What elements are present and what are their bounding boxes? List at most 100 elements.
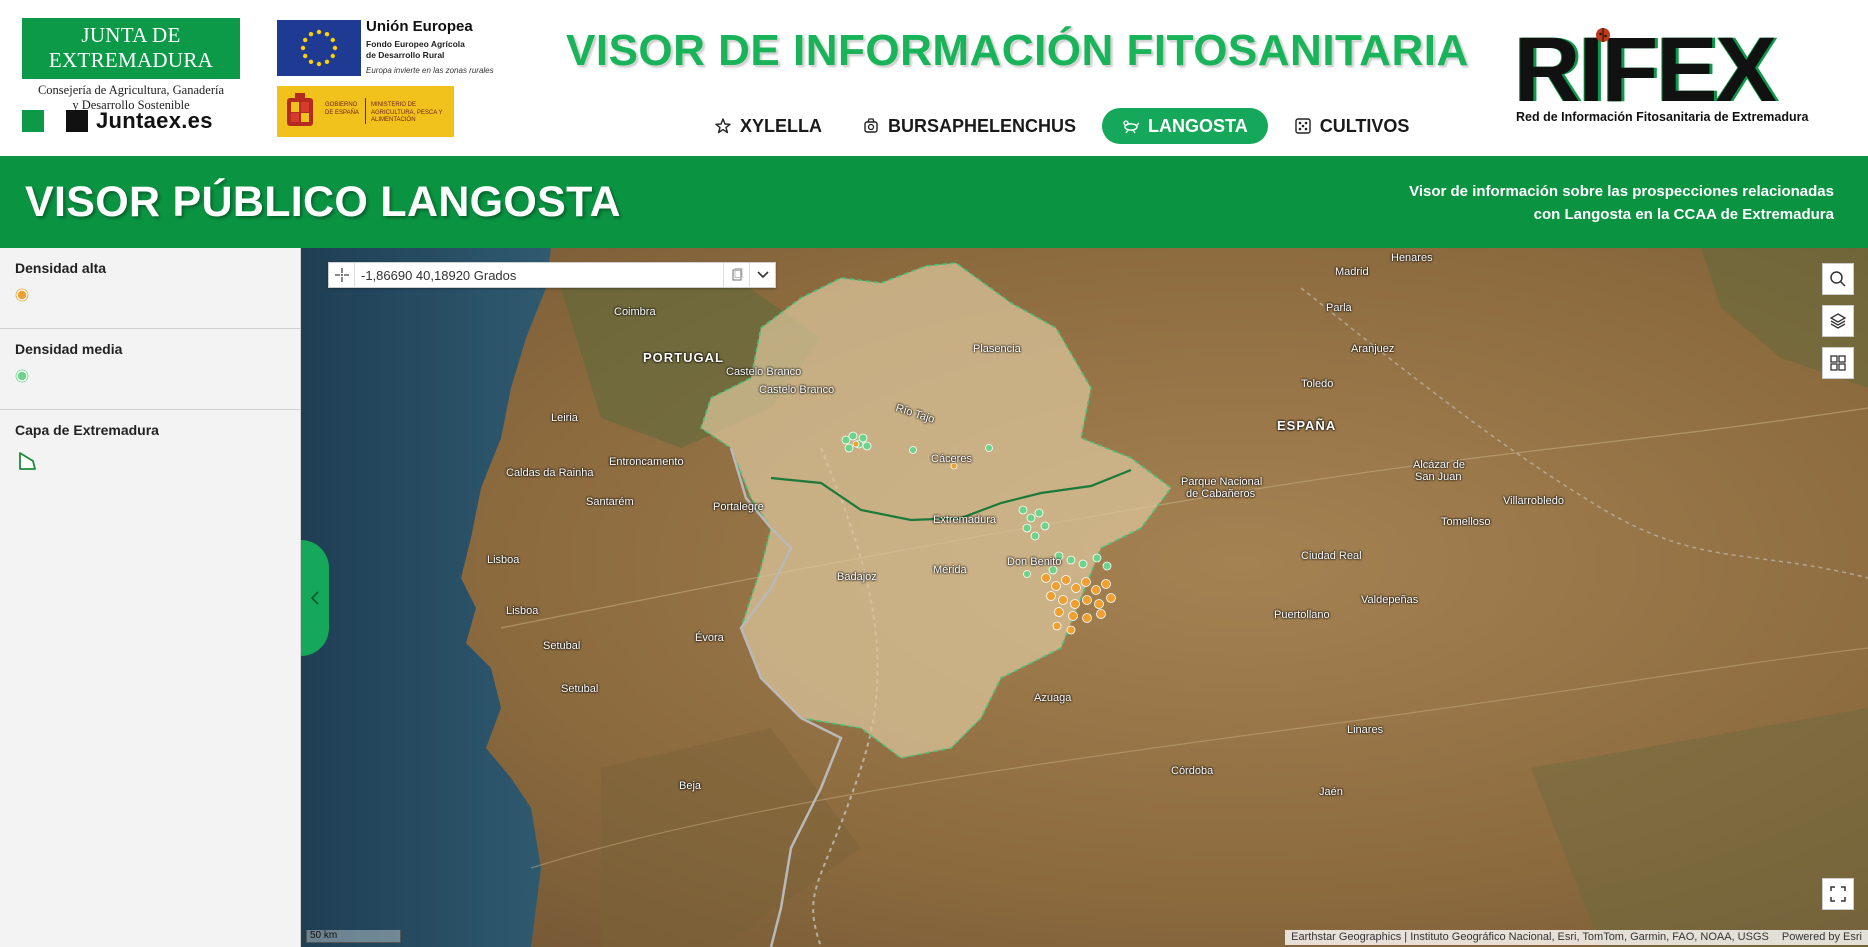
map-label: Lisboa xyxy=(506,605,539,617)
rifex-wordmark: RIFEX xyxy=(1514,19,1777,121)
juntaex-text: Juntaex.es xyxy=(96,108,213,133)
eu-tagline: Europa invierte en las zonas rurales xyxy=(366,66,494,75)
map-label: Beja xyxy=(679,780,702,792)
ministerio-text: MINISTERIO DE AGRICULTURA, PESCA Y ALIME… xyxy=(371,102,443,123)
copy-icon[interactable] xyxy=(723,263,749,287)
map-label: Valdepeñas xyxy=(1361,594,1419,606)
map-label: Madrid xyxy=(1335,266,1369,278)
map-label: Caldas da Rainha xyxy=(506,467,594,479)
map-label: Jaén xyxy=(1319,786,1343,798)
map-label: Villarrobledo xyxy=(1503,495,1564,507)
map-label: PORTUGAL xyxy=(643,350,724,365)
nav-label-langosta: LANGOSTA xyxy=(1148,115,1248,136)
grid-dots-icon xyxy=(1294,117,1312,135)
viewer-title: VISOR PÚBLICO LANGOSTA xyxy=(25,178,621,226)
junta-subtitle-line-1: Consejería de Agricultura, Ganadería xyxy=(37,83,225,97)
layers-button[interactable] xyxy=(1822,305,1854,337)
map-attribution: Earthstar Geographics | Instituto Geográ… xyxy=(1285,930,1868,945)
nav-label-bursaphelenchus: BURSAPHELENCHUS xyxy=(888,115,1077,136)
ladybug-icon xyxy=(1596,28,1610,42)
legend-title: Densidad media xyxy=(15,341,123,357)
tree-icon xyxy=(862,117,880,135)
map-label: Entroncamento xyxy=(609,456,684,468)
basemap-gallery-button[interactable] xyxy=(1822,347,1854,379)
legend-item-densidad-media: Densidad media xyxy=(0,329,300,410)
nav-item-xylella[interactable]: XYLELLA xyxy=(700,108,836,144)
map-label: Leiria xyxy=(551,412,578,424)
map-label: San Juan xyxy=(1415,471,1462,483)
juntaex-link[interactable]: Juntaex.es xyxy=(22,108,213,134)
junta-logo[interactable]: JUNTA DE EXTREMADURA Consejería de Agric… xyxy=(22,18,240,112)
locust-icon xyxy=(1122,117,1140,135)
viewer-description-line-1: Visor de información sobre las prospecci… xyxy=(1409,183,1834,200)
map-label: Azuaga xyxy=(1034,692,1072,704)
search-button[interactable] xyxy=(1822,263,1854,295)
map-label: Cáceres xyxy=(931,453,972,465)
eu-flag-icon xyxy=(277,20,361,76)
gobierno-logo: GOBIERNO DE ESPAÑA MINISTERIO DE AGRICUL… xyxy=(277,86,454,137)
nav-item-langosta[interactable]: LANGOSTA xyxy=(1102,108,1268,144)
map-label: de Cabañeros xyxy=(1186,488,1256,500)
junta-title: JUNTA DE EXTREMADURA xyxy=(22,18,240,79)
map-label: Coimbra xyxy=(614,306,656,318)
map-label: Évora xyxy=(695,632,724,644)
satellite-basemap xyxy=(301,248,1868,947)
coordinate-readout: -1,86690 40,18920 Grados xyxy=(361,267,517,283)
gobierno-text: GOBIERNO DE ESPAÑA xyxy=(325,102,359,116)
chevron-left-icon xyxy=(310,591,319,605)
grid-icon xyxy=(1830,355,1846,371)
map-label: Lisboa xyxy=(487,554,520,566)
fullscreen-icon xyxy=(1830,886,1846,902)
rifex-logo[interactable]: RIFEX Red de Información Fitosanitaria d… xyxy=(1510,20,1846,130)
map-label: Henares xyxy=(1391,252,1433,264)
eu-text: Unión Europea Fondo Europeo Agrícola de … xyxy=(366,18,516,75)
collapse-panel-button[interactable] xyxy=(301,540,329,656)
map-label: Parla xyxy=(1326,302,1352,314)
star-icon xyxy=(714,117,732,135)
eu-title: Unión Europea xyxy=(366,18,473,35)
viewer-banner: VISOR PÚBLICO LANGOSTA Visor de informac… xyxy=(0,156,1868,248)
map-label: Puertollano xyxy=(1274,609,1330,621)
legend-item-capa-extremadura: Capa de Extremadura xyxy=(0,410,300,491)
eu-fund-line-1: Fondo Europeo Agrícola xyxy=(366,39,465,49)
eu-fund-line-2: de Desarrollo Rural xyxy=(366,50,445,60)
map-label: Tomelloso xyxy=(1441,516,1491,528)
crosshair-icon[interactable] xyxy=(329,263,355,287)
map-label: Córdoba xyxy=(1171,765,1214,777)
map-label: Plasencia xyxy=(973,343,1021,355)
viewer-description: Visor de información sobre las prospecci… xyxy=(1314,180,1834,226)
map-label: ESPAÑA xyxy=(1277,418,1337,433)
legend-panel: Densidad alta Densidad media Capa de Ext… xyxy=(0,248,301,947)
nav-item-bursaphelenchus[interactable]: BURSAPHELENCHUS xyxy=(848,108,1090,144)
gobierno-separator xyxy=(365,98,366,124)
fullscreen-button[interactable] xyxy=(1822,878,1854,910)
top-header: JUNTA DE EXTREMADURA Consejería de Agric… xyxy=(0,0,1868,156)
green-square-icon xyxy=(22,110,44,132)
legend-title: Densidad alta xyxy=(15,260,107,276)
map-label: Castelo Branco xyxy=(759,384,835,396)
map-label: Castelo Branco xyxy=(726,366,802,378)
page-title: VISOR DE INFORMACIÓN FITOSANITARIA xyxy=(566,26,1469,75)
nav-label-xylella: XYLELLA xyxy=(740,115,823,136)
map-label: Santarém xyxy=(586,496,634,508)
nav-item-cultivos[interactable]: CULTIVOS xyxy=(1280,108,1424,144)
eu-fund: Fondo Europeo Agrícola de Desarrollo Rur… xyxy=(366,39,516,61)
powered-by-esri[interactable]: Powered by Esri xyxy=(1782,931,1862,943)
main-nav: XYLELLA BURSAPHELENCHUS LANGOSTA CULTIVO… xyxy=(700,108,1435,144)
map-view[interactable]: Madrid Henares Parla Aranjuez Toledo ESP… xyxy=(301,248,1868,947)
map-label: Badajoz xyxy=(837,571,877,583)
search-icon xyxy=(1830,271,1846,287)
attribution-text: Earthstar Geographics | Instituto Geográ… xyxy=(1291,931,1769,943)
map-label: Portalegre xyxy=(713,501,764,513)
green-point-icon xyxy=(15,369,29,383)
legend-item-densidad-alta: Densidad alta xyxy=(0,248,300,329)
orange-point-icon xyxy=(15,288,29,302)
map-label: Toledo xyxy=(1301,378,1334,390)
map-label: Setubal xyxy=(543,640,581,652)
map-label: Ciudad Real xyxy=(1301,550,1362,562)
coordinate-widget[interactable]: -1,86690 40,18920 Grados xyxy=(328,262,776,288)
map-label: Linares xyxy=(1347,724,1384,736)
map-label: Mérida xyxy=(933,564,967,576)
chevron-down-icon[interactable] xyxy=(749,263,775,287)
map-label: Parque Nacional xyxy=(1181,476,1263,488)
